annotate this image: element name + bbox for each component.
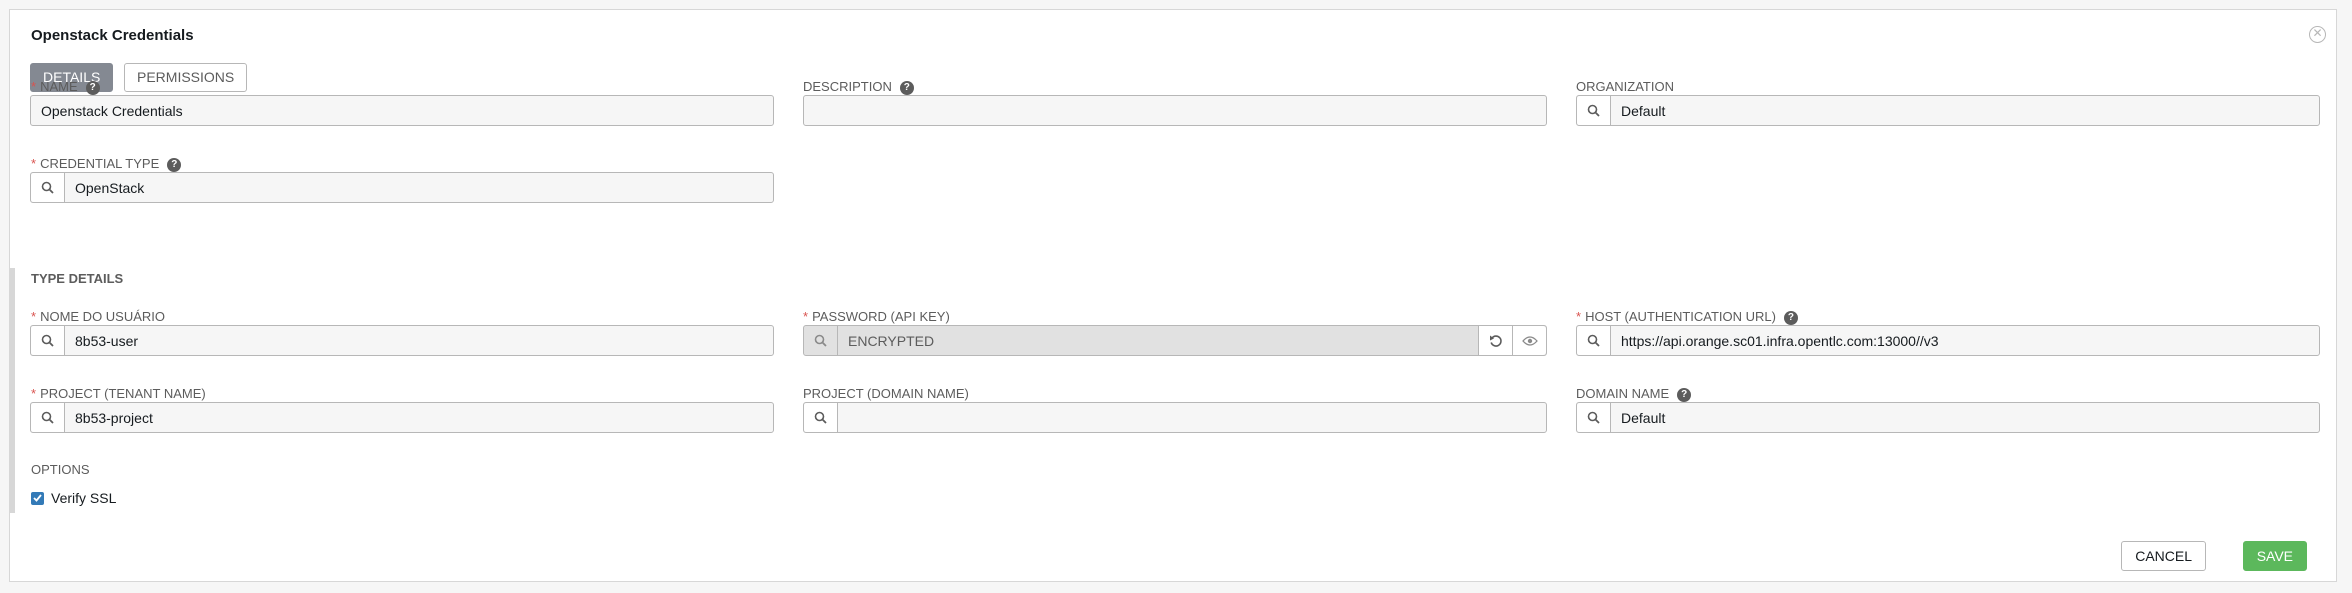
description-field[interactable] [803,95,1547,126]
name-label-text: NAME [40,79,78,94]
name-label: * NAME? [31,79,100,95]
required-asterisk: * [31,79,37,94]
search-icon[interactable] [31,326,65,355]
password-label: * PASSWORD (API KEY) [803,309,950,324]
description-label: DESCRIPTION? [803,79,914,95]
credential-type-label: * CREDENTIAL TYPE? [31,156,182,172]
host-label: * HOST (AUTHENTICATION URL)? [1576,309,1798,325]
project-domain-label-text: PROJECT (DOMAIN NAME) [803,386,969,401]
credential-form-panel: Openstack Credentials ✕ DETAILS PERMISSI… [9,9,2337,582]
required-asterisk: * [31,386,37,401]
options-label: OPTIONS [31,462,90,477]
search-icon[interactable] [31,173,65,202]
verify-ssl-label: Verify SSL [51,490,117,506]
required-asterisk: * [1576,309,1582,324]
close-icon[interactable]: ✕ [2309,26,2326,43]
project-domain-input[interactable] [838,403,1546,432]
organization-label: ORGANIZATION [1576,79,1674,94]
host-input[interactable] [1611,326,2319,355]
help-icon[interactable]: ? [1677,388,1692,402]
required-asterisk: * [803,309,809,324]
credential-type-label-text: CREDENTIAL TYPE [40,156,160,171]
help-icon[interactable]: ? [899,81,914,95]
search-icon[interactable] [1577,403,1611,432]
search-icon[interactable] [1577,96,1611,125]
project-label-text: PROJECT (TENANT NAME) [40,386,206,401]
domain-name-field[interactable] [1576,402,2320,433]
type-details-heading: TYPE DETAILS [31,271,124,286]
required-asterisk: * [31,156,37,171]
project-domain-label: PROJECT (DOMAIN NAME) [803,386,969,401]
project-label: * PROJECT (TENANT NAME) [31,386,206,401]
help-icon[interactable]: ? [85,81,100,95]
project-domain-field[interactable] [803,402,1547,433]
help-icon[interactable]: ? [167,158,182,172]
search-icon[interactable] [804,326,838,355]
username-input[interactable] [65,326,773,355]
username-field[interactable] [30,325,774,356]
save-button[interactable]: SAVE [2242,541,2307,571]
description-label-text: DESCRIPTION [803,79,892,94]
eye-icon[interactable] [1512,326,1546,355]
verify-ssl-checkbox[interactable] [31,491,44,505]
name-input[interactable] [31,96,773,125]
search-icon[interactable] [804,403,838,432]
project-field[interactable] [30,402,774,433]
password-input[interactable] [838,326,1478,355]
description-input[interactable] [804,96,1546,125]
help-icon[interactable]: ? [1783,311,1798,325]
cancel-button[interactable]: CANCEL [2121,541,2206,571]
reset-icon[interactable] [1478,326,1512,355]
domain-name-input[interactable] [1611,403,2319,432]
tab-permissions[interactable]: PERMISSIONS [124,63,248,92]
credential-type-field[interactable] [30,172,774,203]
domain-name-label: DOMAIN NAME? [1576,386,1692,402]
name-field[interactable] [30,95,774,126]
domain-name-label-text: DOMAIN NAME [1576,386,1670,401]
credential-type-input[interactable] [65,173,773,202]
type-details-indicator [10,268,15,513]
form-title: Openstack Credentials [31,27,194,44]
search-icon[interactable] [31,403,65,432]
organization-field[interactable] [1576,95,2320,126]
required-asterisk: * [31,309,37,324]
project-input[interactable] [65,403,773,432]
username-label: * NOME DO USUÁRIO [31,309,165,324]
host-field[interactable] [1576,325,2320,356]
organization-label-text: ORGANIZATION [1576,79,1674,94]
password-label-text: PASSWORD (API KEY) [812,309,950,324]
verify-ssl-option[interactable]: Verify SSL [31,490,116,506]
organization-input[interactable] [1611,96,2319,125]
password-field[interactable] [803,325,1547,356]
username-label-text: NOME DO USUÁRIO [40,309,166,324]
host-label-text: HOST (AUTHENTICATION URL) [1585,309,1776,324]
search-icon[interactable] [1577,326,1611,355]
